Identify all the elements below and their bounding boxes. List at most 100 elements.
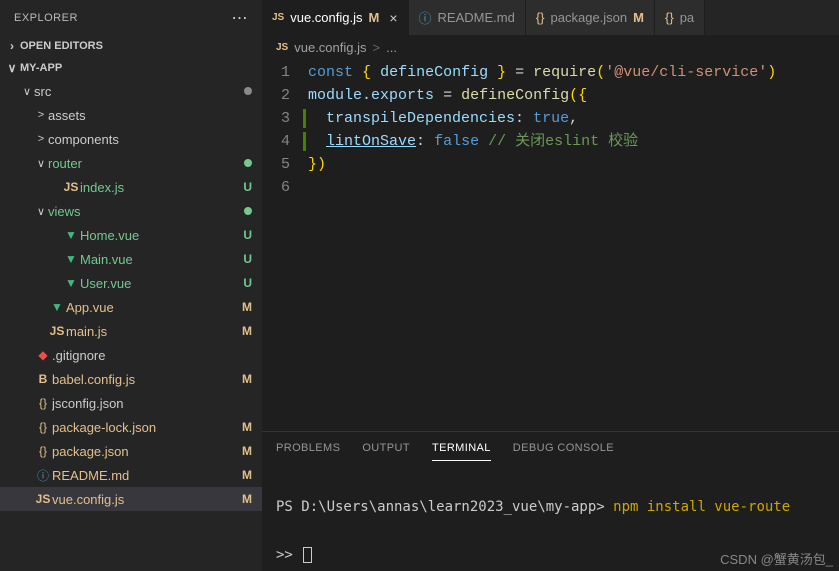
chevron-down-icon: ∨	[20, 85, 34, 98]
tree-item--gitignore[interactable]: ◆.gitignore	[0, 343, 262, 367]
panel-tab-debug-console[interactable]: DEBUG CONSOLE	[513, 438, 614, 461]
git-badge: U	[243, 276, 252, 290]
tree-item-views[interactable]: ∨views	[0, 199, 262, 223]
chevron-down-icon: ∨	[34, 157, 48, 170]
tree-item-label: babel.config.js	[52, 372, 236, 387]
tree-item-assets[interactable]: >assets	[0, 103, 262, 127]
line-number: 3	[262, 107, 308, 130]
tree-item-babel-config-js[interactable]: Bbabel.config.jsM	[0, 367, 262, 391]
open-editors-section[interactable]: › OPEN EDITORS	[0, 35, 262, 57]
editor-tab[interactable]: JSvue.config.jsM×	[262, 0, 409, 35]
code-editor[interactable]: 123456 const { defineConfig } = require(…	[262, 59, 839, 431]
editor-tab[interactable]: {}package.jsonM	[526, 0, 655, 35]
line-number: 5	[262, 153, 308, 176]
section-label: OPEN EDITORS	[20, 40, 103, 52]
editor-tab[interactable]: {} pa	[655, 0, 705, 35]
tree-item-package-json[interactable]: {}package.jsonM	[0, 439, 262, 463]
git-badge: M	[242, 420, 252, 434]
code-line[interactable]	[308, 176, 839, 199]
file-icon: ▼	[62, 276, 80, 290]
panel-tab-output[interactable]: OUTPUT	[362, 438, 410, 461]
tree-item-jsconfig-json[interactable]: {}jsconfig.json	[0, 391, 262, 415]
tree-item-label: .gitignore	[52, 348, 252, 363]
chevron-right-icon: >	[34, 133, 48, 145]
terminal-line: >>	[276, 547, 825, 563]
file-icon: {}	[34, 420, 52, 434]
code-line[interactable]: module.exports = defineConfig({	[308, 84, 839, 107]
tree-item-label: components	[48, 132, 252, 147]
breadcrumb-file: vue.config.js	[294, 40, 366, 55]
file-icon: ▼	[62, 228, 80, 242]
panel-tab-terminal[interactable]: TERMINAL	[432, 438, 491, 461]
git-badge: M	[242, 492, 252, 506]
file-icon: JS	[62, 180, 80, 194]
tree-item-label: package-lock.json	[52, 420, 236, 435]
chevron-down-icon: ∨	[4, 61, 20, 75]
close-icon[interactable]: ×	[389, 10, 397, 26]
editor-tab[interactable]: ⓘREADME.md	[409, 0, 526, 35]
line-gutter: 123456	[262, 59, 308, 431]
tab-label: README.md	[438, 10, 515, 25]
status-dot-icon	[244, 87, 252, 95]
code-line[interactable]: })	[308, 153, 839, 176]
terminal[interactable]: PS D:\Users\annas\learn2023_vue\my-app> …	[262, 461, 839, 571]
tree-item-user-vue[interactable]: ▼User.vue U	[0, 271, 262, 295]
file-icon: JS	[48, 324, 66, 338]
code-content[interactable]: const { defineConfig } = require('@vue/c…	[308, 59, 839, 431]
panel-tab-problems[interactable]: PROBLEMS	[276, 438, 340, 461]
git-badge: M	[242, 468, 252, 482]
tree-item-app-vue[interactable]: ▼App.vueM	[0, 295, 262, 319]
breadcrumb[interactable]: JS vue.config.js > ...	[262, 35, 839, 59]
tree-item-main-js[interactable]: JSmain.jsM	[0, 319, 262, 343]
tree-item-label: views	[48, 204, 238, 219]
tree-item-vue-config-js[interactable]: JSvue.config.jsM	[0, 487, 262, 511]
tree-item-index-js[interactable]: JSindex.js U	[0, 175, 262, 199]
tree-item-src[interactable]: ∨src	[0, 79, 262, 103]
tree-item-readme-md[interactable]: ⓘREADME.mdM	[0, 463, 262, 487]
code-line[interactable]: const { defineConfig } = require('@vue/c…	[308, 61, 839, 84]
tab-label: pa	[680, 10, 694, 25]
tree-item-label: vue.config.js	[52, 492, 236, 507]
tree-item-label: package.json	[52, 444, 236, 459]
breadcrumb-sep: >	[373, 40, 381, 55]
tree-item-components[interactable]: >components	[0, 127, 262, 151]
code-line[interactable]: lintOnSave: false // 关闭eslint 校验	[308, 130, 839, 153]
explorer-title: EXPLORER	[14, 12, 232, 24]
tab-bar: JSvue.config.jsM×ⓘREADME.md{}package.jso…	[262, 0, 839, 35]
section-label: MY-APP	[20, 62, 62, 74]
file-icon: {}	[34, 444, 52, 458]
git-badge: U	[243, 180, 252, 194]
explorer-header: EXPLORER ⋯	[0, 0, 262, 35]
tree-item-package-lock-json[interactable]: {}package-lock.json M	[0, 415, 262, 439]
git-badge: M	[242, 300, 252, 314]
git-badge: M	[242, 324, 252, 338]
tree-item-label: App.vue	[66, 300, 236, 315]
tree-item-label: router	[48, 156, 238, 171]
chevron-right-icon: ›	[4, 39, 20, 53]
bottom-panel: PROBLEMS OUTPUT TERMINAL DEBUG CONSOLE PS D…	[262, 431, 839, 571]
tree-item-label: index.js	[80, 180, 237, 195]
git-badge: M	[369, 10, 380, 25]
tree-item-home-vue[interactable]: ▼Home.vueU	[0, 223, 262, 247]
more-icon[interactable]: ⋯	[232, 8, 249, 28]
tree-item-main-vue[interactable]: ▼Main.vueU	[0, 247, 262, 271]
tree-item-label: jsconfig.json	[52, 396, 252, 411]
line-number: 6	[262, 176, 308, 199]
explorer-sidebar: EXPLORER ⋯ › OPEN EDITORS ∨ MY-APP ∨src>…	[0, 0, 262, 571]
file-icon: B	[34, 372, 52, 386]
line-number: 4	[262, 130, 308, 153]
status-dot-icon	[244, 159, 252, 167]
chevron-right-icon: >	[34, 109, 48, 121]
tree-item-router[interactable]: ∨router	[0, 151, 262, 175]
terminal-line: PS D:\Users\annas\learn2023_vue\my-app> …	[276, 499, 825, 515]
file-icon: {}	[665, 10, 674, 25]
chevron-down-icon: ∨	[34, 205, 48, 218]
code-line[interactable]: transpileDependencies: true,	[308, 107, 839, 130]
tree-item-label: Main.vue	[80, 252, 237, 267]
editor-area: JSvue.config.jsM×ⓘREADME.md{}package.jso…	[262, 0, 839, 571]
tree-item-label: Home.vue	[80, 228, 237, 243]
file-icon: ⓘ	[34, 467, 52, 484]
project-section[interactable]: ∨ MY-APP	[0, 57, 262, 79]
tab-label: package.json	[551, 10, 628, 25]
tree-item-label: User.vue	[80, 276, 237, 291]
